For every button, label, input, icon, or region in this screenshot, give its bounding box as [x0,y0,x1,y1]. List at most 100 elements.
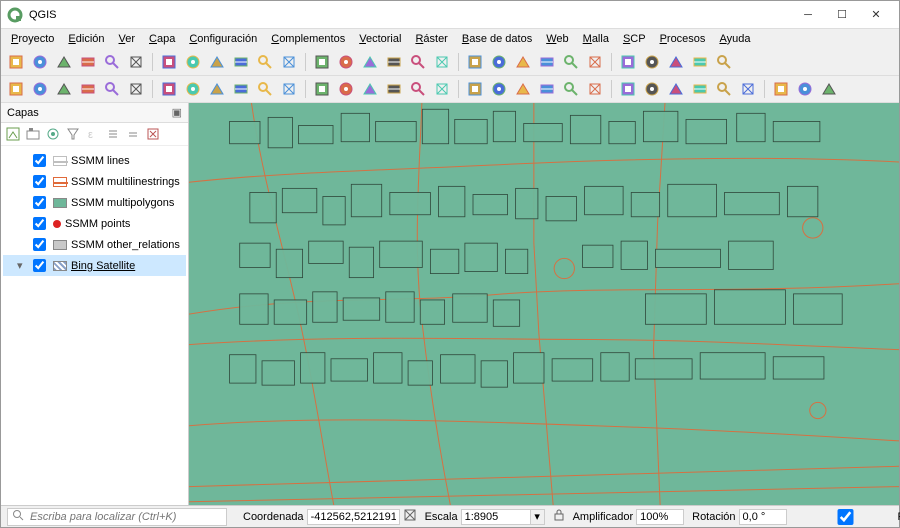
layout-manager-button[interactable] [101,51,123,73]
map-tips-button[interactable] [665,51,687,73]
move-feature-button[interactable] [278,78,300,100]
add-wfs-button[interactable] [158,78,180,100]
pan-button[interactable] [158,51,180,73]
minimize-button[interactable]: ─ [791,4,825,26]
deselect-button[interactable] [560,51,582,73]
extents-icon[interactable] [403,508,417,525]
collapse-all-icon[interactable] [125,126,141,142]
bookmark-button[interactable] [713,51,735,73]
processing-button[interactable] [794,78,816,100]
menu-ráster[interactable]: Ráster [409,31,453,47]
add-feature-button[interactable] [254,78,276,100]
open-layer-styling-icon[interactable] [5,126,21,142]
layer-row-ssmm-other_relations[interactable]: SSMM other_relations [3,234,186,255]
filter-legend-icon[interactable] [65,126,81,142]
scp-preprocessing-button[interactable] [560,78,582,100]
expand-icon[interactable]: ▾ [17,259,25,272]
layer-row-ssmm-multilinestrings[interactable]: SSMM multilinestrings [3,171,186,192]
new-map-view-button[interactable] [407,51,429,73]
manage-map-themes-icon[interactable] [45,126,61,142]
node-tool-button[interactable] [311,78,333,100]
lock-scale-icon[interactable] [553,508,565,525]
pan-to-selection-button[interactable] [182,51,204,73]
zoom-out-button[interactable] [230,51,252,73]
remove-layer-icon[interactable] [145,126,161,142]
help-button[interactable] [665,78,687,100]
layer-row-ssmm-lines[interactable]: SSMM lines [3,150,186,171]
delete-selected-button[interactable] [407,78,429,100]
layer-visibility-checkbox[interactable] [33,196,46,209]
zoom-next-button[interactable] [383,51,405,73]
close-button[interactable]: ✕ [859,4,893,26]
statistics-button[interactable] [641,51,663,73]
add-group-icon[interactable] [25,126,41,142]
cut-features-button[interactable] [383,78,405,100]
mouse-position-button[interactable] [818,78,840,100]
layer-visibility-checkbox[interactable] [33,217,46,230]
coord-input[interactable] [307,509,400,525]
grass-button[interactable] [713,78,735,100]
open-attribute-table-button[interactable] [512,51,534,73]
maximize-button[interactable]: ☐ [825,4,859,26]
measure-button[interactable] [584,51,606,73]
new-shapefile-button[interactable] [53,78,75,100]
field-calculator-button[interactable] [617,51,639,73]
menu-proyecto[interactable]: Proyecto [5,31,60,47]
zoom-full-button[interactable] [278,51,300,73]
locator[interactable] [7,508,227,526]
menu-edición[interactable]: Edición [62,31,110,47]
save-project-button[interactable] [53,51,75,73]
new-print-layout-button[interactable] [77,51,99,73]
panel-close-icon[interactable]: ▣ [172,106,182,119]
new-project-button[interactable] [5,51,27,73]
menu-base-de-datos[interactable]: Base de datos [456,31,538,47]
filter-legend-by-expression-icon[interactable]: ε [85,126,101,142]
add-wms-button[interactable] [125,78,147,100]
refresh-button[interactable] [464,51,486,73]
osm-button[interactable] [737,78,759,100]
plugins-button[interactable] [770,78,792,100]
layer-row-ssmm-points[interactable]: SSMM points [3,213,186,234]
toggle-editing-button[interactable] [182,78,204,100]
menu-web[interactable]: Web [540,31,574,47]
paste-features-button[interactable] [359,78,381,100]
zoom-last-button[interactable] [359,51,381,73]
rotation-input[interactable] [739,509,787,525]
layer-visibility-checkbox[interactable] [33,259,46,272]
magnifier-input[interactable] [636,509,684,525]
redo-button[interactable] [464,78,486,100]
locator-input[interactable] [28,510,222,524]
identify-button[interactable] [488,51,510,73]
zoom-native-button[interactable] [254,51,276,73]
render-checkbox[interactable] [799,509,892,525]
new-spatialite-button[interactable] [77,78,99,100]
undo-button[interactable] [431,78,453,100]
open-data-source-button[interactable] [5,78,27,100]
select-button[interactable] [536,51,558,73]
new-geopackage-button[interactable] [29,78,51,100]
map-canvas[interactable] [189,103,899,505]
zoom-to-selection-button[interactable] [311,51,333,73]
menu-ver[interactable]: Ver [113,31,142,47]
scp-roi-button[interactable] [512,78,534,100]
new-virtual-layer-button[interactable] [101,78,123,100]
menu-scp[interactable]: SCP [617,31,652,47]
menu-complementos[interactable]: Complementos [265,31,351,47]
new-3d-map-button[interactable] [431,51,453,73]
copy-features-button[interactable] [335,78,357,100]
style-manager-button[interactable] [125,51,147,73]
scp-bandcalc-button[interactable] [617,78,639,100]
save-edits-button[interactable] [206,78,228,100]
layer-visibility-checkbox[interactable] [33,175,46,188]
layer-row-ssmm-multipolygons[interactable]: SSMM multipolygons [3,192,186,213]
menu-vectorial[interactable]: Vectorial [353,31,407,47]
zoom-in-button[interactable] [206,51,228,73]
open-project-button[interactable] [29,51,51,73]
expand-all-icon[interactable] [105,126,121,142]
layer-visibility-checkbox[interactable] [33,238,46,251]
current-edits-button[interactable] [230,78,252,100]
python-console-button[interactable] [689,78,711,100]
menu-capa[interactable]: Capa [143,31,181,47]
menu-malla[interactable]: Malla [577,31,615,47]
layer-visibility-checkbox[interactable] [33,154,46,167]
